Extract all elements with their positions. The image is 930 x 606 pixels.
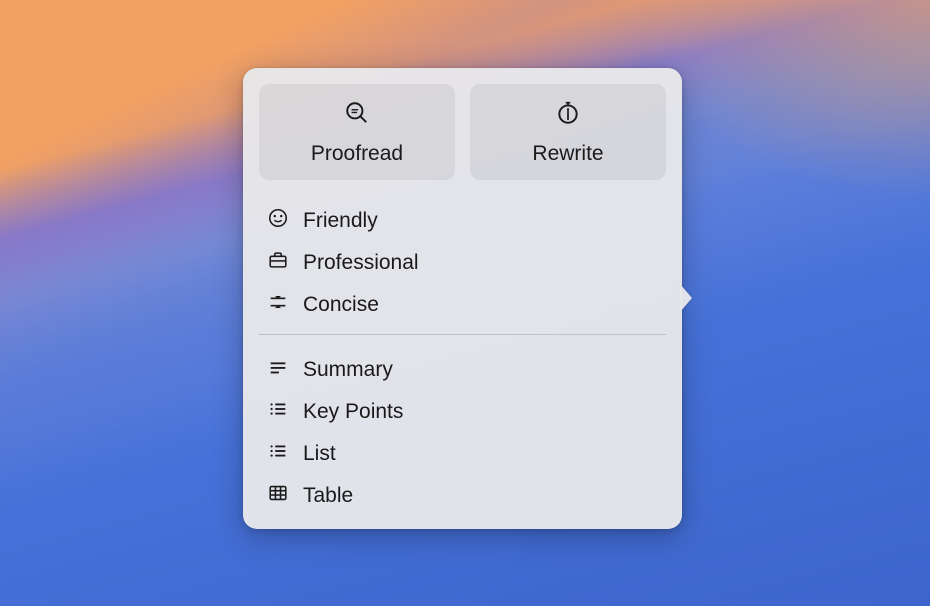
- magnifier-text-icon: [344, 100, 370, 132]
- list-item[interactable]: List: [263, 433, 662, 475]
- table-label: Table: [303, 484, 353, 508]
- menu-divider: [259, 334, 666, 335]
- keypoints-label: Key Points: [303, 400, 403, 424]
- summary-icon: [267, 356, 289, 384]
- friendly-item[interactable]: Friendly: [263, 200, 662, 242]
- rewrite-button[interactable]: Rewrite: [470, 84, 666, 180]
- concise-item[interactable]: Concise: [263, 284, 662, 326]
- table-icon: [267, 482, 289, 510]
- bullet-list-icon: [267, 398, 289, 426]
- rewrite-label: Rewrite: [532, 142, 603, 166]
- popover-arrow: [680, 284, 692, 312]
- summary-label: Summary: [303, 358, 393, 382]
- writing-tools-popover: Proofread Rewrite: [243, 68, 682, 529]
- list-icon: [267, 440, 289, 468]
- concise-icon: [267, 291, 289, 319]
- list-label: List: [303, 442, 336, 466]
- professional-label: Professional: [303, 251, 419, 275]
- table-item[interactable]: Table: [263, 475, 662, 517]
- proofread-button[interactable]: Proofread: [259, 84, 455, 180]
- summary-item[interactable]: Summary: [263, 349, 662, 391]
- keypoints-item[interactable]: Key Points: [263, 391, 662, 433]
- briefcase-icon: [267, 249, 289, 277]
- professional-item[interactable]: Professional: [263, 242, 662, 284]
- top-buttons-row: Proofread Rewrite: [259, 84, 666, 180]
- tone-section: Friendly Professional: [259, 194, 666, 326]
- rewrite-icon: [555, 100, 581, 132]
- smiley-icon: [267, 207, 289, 235]
- friendly-label: Friendly: [303, 209, 378, 233]
- concise-label: Concise: [303, 293, 379, 317]
- proofread-label: Proofread: [311, 142, 403, 166]
- format-section: Summary Key Points: [259, 343, 666, 517]
